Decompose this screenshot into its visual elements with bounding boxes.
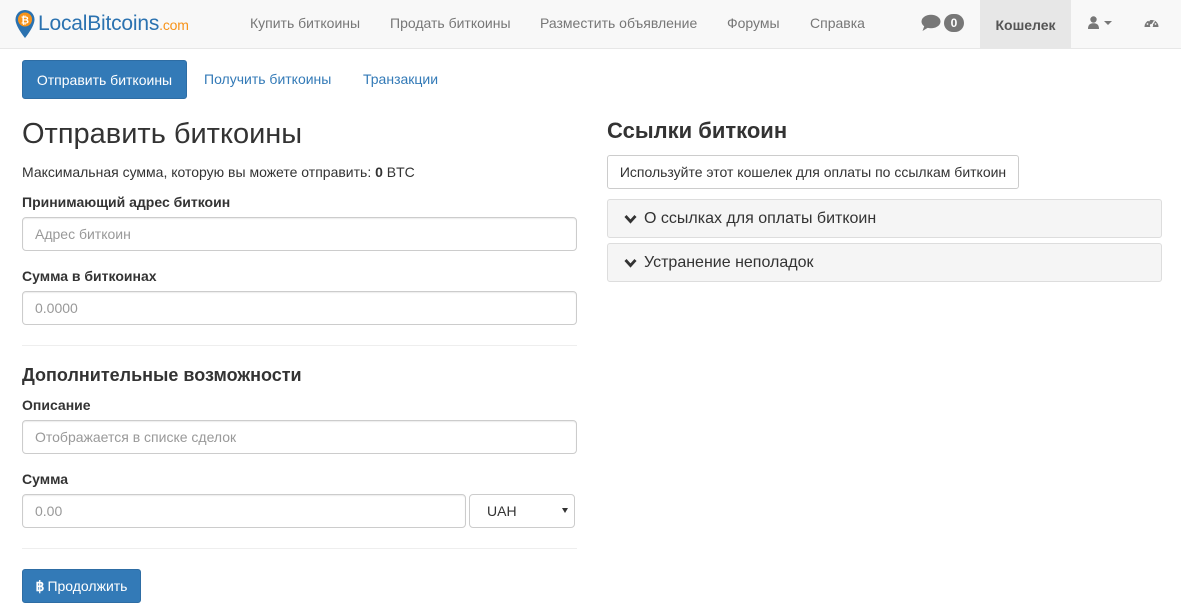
tab-receive-bitcoins[interactable]: Получить биткоины <box>204 71 331 87</box>
nav-wallet-label: Кошелек <box>995 16 1056 33</box>
nav-post-ad[interactable]: Разместить объявление <box>540 15 697 31</box>
comment-icon <box>921 14 941 31</box>
bitcoin-pin-icon: ₿ <box>15 10 35 38</box>
panel-title: Устранение неполадок <box>644 253 814 271</box>
panel-troubleshooting[interactable]: Устранение неполадок <box>607 243 1162 282</box>
fiat-amount-label: Сумма <box>22 471 69 487</box>
nav-help[interactable]: Справка <box>810 15 865 31</box>
divider <box>22 345 577 346</box>
page-title: Отправить биткоины <box>22 118 303 150</box>
max-amount-text: Максимальная сумма, которую вы можете от… <box>22 164 415 180</box>
btc-amount-label: Сумма в биткоинах <box>22 268 157 284</box>
panel-about-payment-links[interactable]: О ссылках для оплаты биткоин <box>607 199 1162 238</box>
divider <box>22 548 577 549</box>
description-input[interactable] <box>22 420 577 454</box>
description-label: Описание <box>22 397 91 413</box>
continue-label: Продолжить <box>47 578 128 594</box>
panel-title: О ссылках для оплаты биткоин <box>644 209 877 227</box>
tab-send-bitcoins[interactable]: Отправить биткоины <box>22 60 187 99</box>
chevron-down-icon <box>624 258 637 268</box>
address-input[interactable] <box>22 217 577 251</box>
dashboard-icon <box>1144 19 1159 28</box>
nav-wallet[interactable]: Кошелек <box>980 0 1071 49</box>
brand-logo[interactable]: ₿ LocalBitcoins.com <box>14 9 189 39</box>
currency-value: UAH <box>487 503 517 519</box>
nav-forums[interactable]: Форумы <box>727 15 780 31</box>
navbar: ₿ LocalBitcoins.com Купить биткоины Прод… <box>0 0 1181 49</box>
use-wallet-for-links-button[interactable]: Используйте этот кошелек для оплаты по с… <box>607 155 1019 189</box>
messages-count-badge: 0 <box>944 14 964 32</box>
max-amount-value: 0 <box>375 164 383 180</box>
btc-amount-input[interactable] <box>22 291 577 325</box>
select-arrow-icon <box>562 508 568 513</box>
currency-select[interactable]: UAH <box>469 494 575 528</box>
continue-button[interactable]: ฿ Продолжить <box>22 569 141 603</box>
nav-buy-bitcoins[interactable]: Купить биткоины <box>250 15 360 31</box>
dashboard-link[interactable] <box>1144 16 1159 32</box>
user-menu-toggle[interactable] <box>1088 16 1112 29</box>
address-label: Принимающий адрес биткоин <box>22 194 231 210</box>
chevron-down-icon <box>624 214 637 224</box>
user-icon <box>1088 16 1099 29</box>
tab-transactions[interactable]: Транзакции <box>363 71 438 87</box>
messages-link[interactable]: 0 <box>921 14 964 32</box>
fiat-amount-input[interactable] <box>22 494 466 528</box>
extra-options-title: Дополнительные возможности <box>22 365 302 385</box>
bitcoin-links-title: Ссылки биткоин <box>607 118 788 143</box>
bitcoin-icon: ฿ <box>35 577 45 594</box>
nav-sell-bitcoins[interactable]: Продать биткоины <box>390 15 511 31</box>
chevron-down-icon <box>1104 20 1112 25</box>
svg-text:₿: ₿ <box>21 15 29 27</box>
brand-name: LocalBitcoins.com <box>38 12 189 35</box>
